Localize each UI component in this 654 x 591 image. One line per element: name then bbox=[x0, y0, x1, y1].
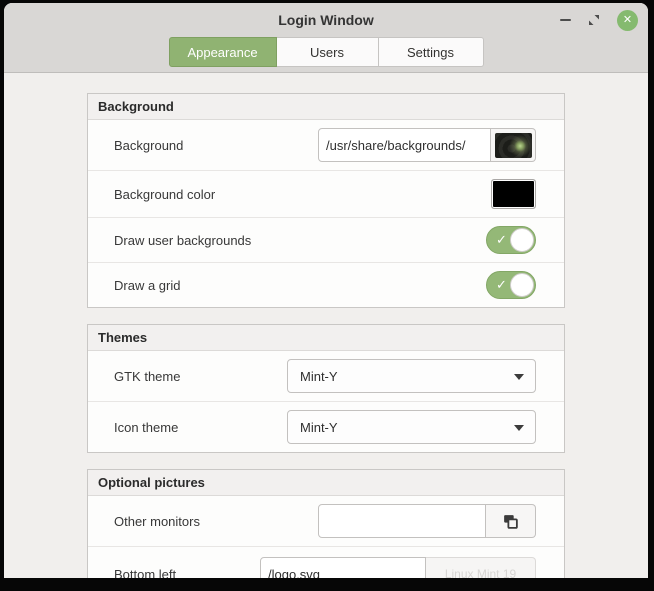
window-title: Login Window bbox=[278, 12, 374, 28]
section-optional-pictures-title: Optional pictures bbox=[88, 470, 564, 496]
background-preview-button[interactable] bbox=[491, 128, 536, 162]
icon-theme-dropdown[interactable]: Mint-Y bbox=[287, 410, 536, 444]
chevron-down-icon bbox=[514, 374, 524, 380]
draw-a-grid-label: Draw a grid bbox=[114, 277, 181, 293]
row-gtk-theme: GTK theme Mint-Y bbox=[88, 351, 564, 401]
draw-user-backgrounds-label: Draw user backgrounds bbox=[114, 232, 252, 248]
tab-label: Users bbox=[310, 44, 344, 60]
background-color-swatch[interactable] bbox=[491, 179, 536, 209]
bottom-left-input[interactable] bbox=[260, 557, 426, 578]
background-thumbnail-image bbox=[494, 132, 532, 158]
background-color-label: Background color bbox=[114, 186, 216, 202]
other-monitors-label: Other monitors bbox=[114, 513, 200, 529]
tab-users[interactable]: Users bbox=[276, 37, 379, 67]
background-label: Background bbox=[114, 137, 184, 153]
check-icon: ✓ bbox=[496, 277, 507, 292]
linux-mint-19-button: Linux Mint 19 bbox=[426, 557, 536, 578]
tab-switcher: Appearance Users Settings bbox=[4, 37, 648, 67]
icon-theme-selected-value: Mint-Y bbox=[300, 419, 338, 435]
row-icon-theme: Icon theme Mint-Y bbox=[88, 401, 564, 452]
section-optional-pictures: Optional pictures Other monitors Bottom … bbox=[87, 469, 565, 578]
chevron-down-icon bbox=[514, 425, 524, 431]
row-draw-a-grid: Draw a grid ✓ bbox=[88, 262, 564, 307]
header-bar: Login Window ✕ Appearance Users Settings bbox=[4, 3, 648, 73]
row-draw-user-backgrounds: Draw user backgrounds ✓ bbox=[88, 217, 564, 262]
tab-settings[interactable]: Settings bbox=[378, 37, 484, 67]
minimize-icon[interactable] bbox=[560, 19, 571, 21]
other-monitors-input[interactable] bbox=[318, 504, 486, 538]
row-bottom-left: Bottom left Linux Mint 19 bbox=[88, 546, 564, 578]
window-controls: ✕ bbox=[560, 3, 638, 37]
section-background: Background Background Background color D… bbox=[87, 93, 565, 308]
close-icon: ✕ bbox=[622, 13, 633, 26]
gtk-theme-label: GTK theme bbox=[114, 368, 181, 384]
copy-to-monitors-button[interactable] bbox=[486, 504, 536, 538]
section-themes: Themes GTK theme Mint-Y Icon theme Mint-… bbox=[87, 324, 565, 453]
copy-icon bbox=[504, 514, 518, 529]
toggle-knob bbox=[510, 228, 534, 252]
close-button[interactable]: ✕ bbox=[617, 9, 638, 31]
toggle-knob bbox=[510, 273, 534, 297]
tab-appearance[interactable]: Appearance bbox=[168, 37, 277, 67]
section-themes-title: Themes bbox=[88, 325, 564, 351]
icon-theme-label: Icon theme bbox=[114, 419, 179, 435]
login-window: Login Window ✕ Appearance Users Settings bbox=[4, 3, 648, 578]
appearance-page: Background Background Background color D… bbox=[4, 73, 648, 578]
section-background-title: Background bbox=[88, 94, 564, 120]
title-bar[interactable]: Login Window ✕ bbox=[4, 3, 648, 37]
row-background: Background bbox=[88, 120, 564, 170]
draw-a-grid-toggle[interactable]: ✓ bbox=[486, 271, 536, 299]
background-path-input[interactable] bbox=[318, 128, 491, 162]
row-other-monitors: Other monitors bbox=[88, 496, 564, 546]
restore-icon[interactable] bbox=[588, 14, 600, 26]
gtk-theme-selected-value: Mint-Y bbox=[300, 368, 338, 384]
check-icon: ✓ bbox=[496, 232, 507, 247]
tab-label: Settings bbox=[407, 44, 454, 60]
draw-user-backgrounds-toggle[interactable]: ✓ bbox=[486, 226, 536, 254]
row-background-color: Background color bbox=[88, 170, 564, 217]
gtk-theme-dropdown[interactable]: Mint-Y bbox=[287, 359, 536, 393]
bottom-left-label: Bottom left bbox=[114, 566, 177, 579]
tab-label: Appearance bbox=[187, 44, 258, 60]
